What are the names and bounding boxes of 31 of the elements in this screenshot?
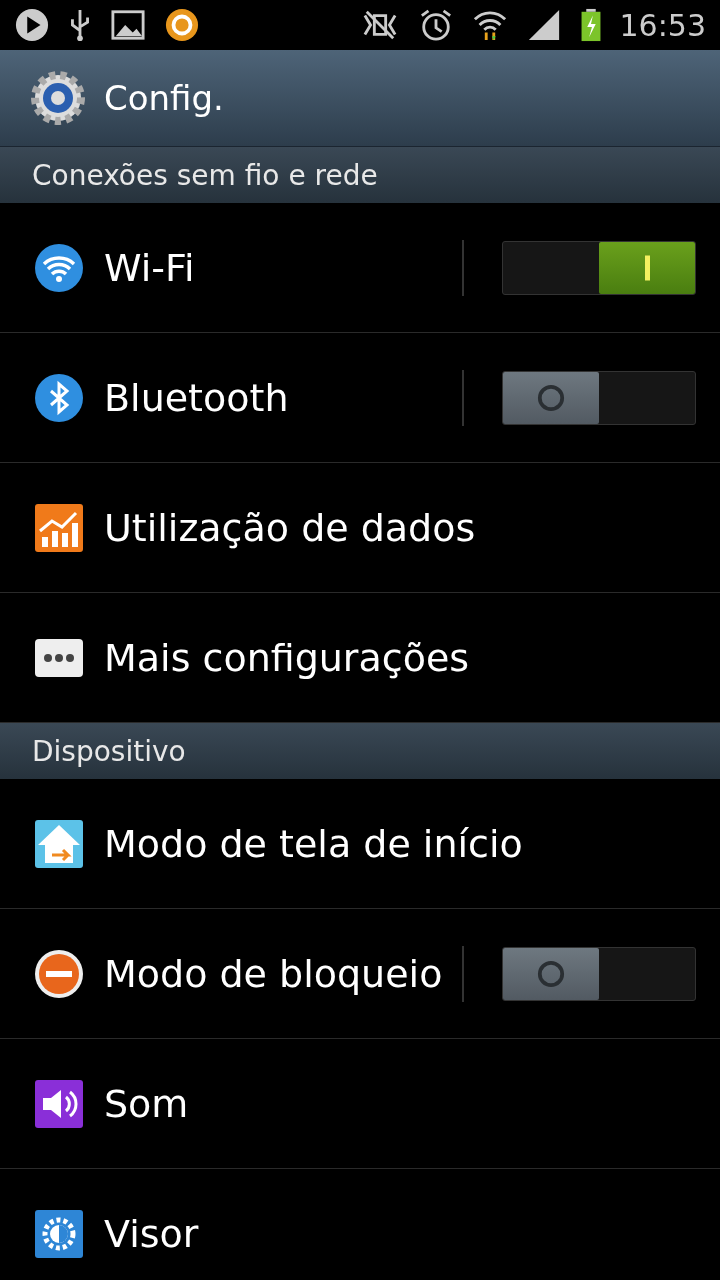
image-icon <box>110 8 146 42</box>
no-entry-icon <box>34 948 84 999</box>
toggle-switch[interactable] <box>502 946 696 1001</box>
section-header: Dispositivo <box>0 723 720 779</box>
toggle-switch[interactable] <box>502 240 696 295</box>
off-mark-icon <box>537 383 565 412</box>
settings-item[interactable]: Wi-Fi <box>0 203 720 333</box>
section-header: Conexões sem fio e rede <box>0 147 720 203</box>
battery-icon <box>579 8 602 42</box>
settings-item[interactable]: Visor <box>0 1169 720 1280</box>
play-icon <box>14 8 50 42</box>
wifi-icon <box>34 242 84 293</box>
on-mark-icon <box>644 254 650 281</box>
app-icon <box>164 8 200 42</box>
bluetooth-icon <box>34 372 84 423</box>
toggle-switch[interactable] <box>502 370 696 425</box>
chart-icon <box>34 502 84 553</box>
wifi-signal-icon <box>471 8 508 42</box>
speaker-icon <box>34 1078 84 1129</box>
off-mark-icon <box>537 959 566 988</box>
settings-item[interactable]: Bluetooth <box>0 333 720 463</box>
settings-item[interactable]: Modo de tela de início <box>0 779 720 909</box>
settings-item[interactable]: Modo de bloqueio <box>0 909 720 1039</box>
usb-icon <box>68 8 92 42</box>
settings-item[interactable]: Som <box>0 1039 720 1169</box>
settings-icon[interactable] <box>28 68 88 128</box>
clock-time: 16:53 <box>619 7 706 43</box>
settings-item[interactable]: Utilização de dados <box>0 463 720 593</box>
home-icon <box>34 818 84 869</box>
screen-title: Config. <box>104 78 224 118</box>
brightness-icon <box>34 1208 84 1259</box>
